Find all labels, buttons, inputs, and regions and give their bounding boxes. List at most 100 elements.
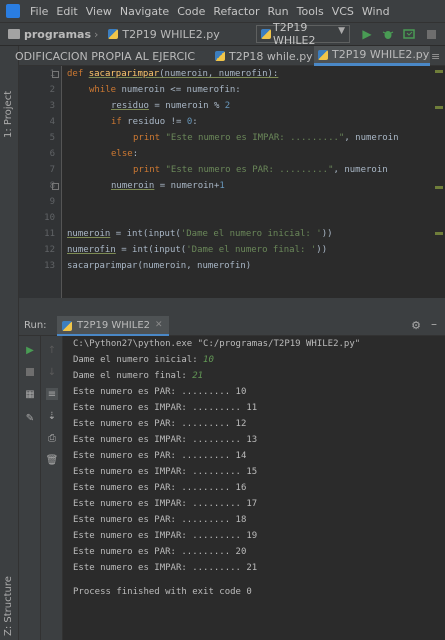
code-token: : [132,149,139,159]
code-line-8: numeroin = numeroin+1 [67,178,225,194]
editor-tab-bar: ODIFICACION PROPIA AL EJERCICIO 16.py ✕ … [15,46,445,66]
run-tab[interactable]: T2P19 WHILE2 ✕ [57,316,169,336]
code-token: )) [321,229,333,239]
code-token: sacarparimpar(numeroin, numerofin) [67,261,252,271]
code-token: 'Dame el numero inicial: ' [180,229,322,239]
menu-run[interactable]: Run [264,5,293,18]
code-line-5: print "Este numero es IMPAR: .........",… [67,130,399,146]
console-output-line: Este numero es PAR: ......... 18 [73,515,247,525]
coverage-icon[interactable] [402,27,416,41]
python-file-icon [215,51,225,61]
console-output-line: Este numero es PAR: ......... 16 [73,483,247,493]
warning-marker[interactable] [435,106,443,109]
tab-modificacion-propia[interactable]: ODIFICACION PROPIA AL EJERCICIO 16.py ✕ [15,46,195,66]
editor-scrollbar[interactable] [433,66,445,298]
scroll-to-end-icon[interactable]: ⇣ [46,410,58,422]
layout-icon[interactable]: ▦ [24,388,36,400]
menu-tools[interactable]: Tools [293,5,328,18]
console-prompt: Dame el numero inicial: 10 [73,352,214,368]
code-line-3: residuo = numeroin % 2 [67,98,230,114]
tab-label: T2P18 while.py [229,49,313,63]
menu-window[interactable]: Wind [358,5,394,18]
code-token: if [111,117,128,127]
trash-icon[interactable]: 🗑 [46,454,59,466]
menu-navigate[interactable]: Navigate [116,5,173,18]
code-token: = int(input( [115,245,187,255]
stop-icon[interactable] [424,27,438,41]
structure-tool-button[interactable]: Z: Structure [3,576,14,636]
menu-code[interactable]: Code [173,5,209,18]
debug-icon[interactable] [381,27,395,41]
console-exit-message: Process finished with exit code 0 [73,587,252,597]
code-token: residuo [111,101,149,111]
code-token: = numeroin % [148,101,225,111]
line-number: 10 [44,213,55,223]
rerun-icon[interactable]: ▶ [24,344,36,356]
console-prompt: Dame el numero final: 21 [73,368,203,384]
breadcrumb-project[interactable]: programas [24,28,91,41]
navigation-bar: programas › T2P19 WHILE2.py T2P19 WHILE2… [0,21,445,47]
minimize-icon[interactable]: – [431,317,437,331]
console-output-line: Este numero es IMPAR: ......... 19 [73,531,258,541]
code-token: , numeroin [333,165,388,175]
run-console[interactable]: C:\Python27\python.exe "C:/programas/T2P… [63,336,445,640]
close-icon[interactable]: ✕ [155,320,163,330]
line-number: 4 [49,117,55,127]
pin-icon[interactable]: ✎ [24,412,36,424]
code-token: , numeroin [344,133,399,143]
code-line-1: def sacarparimpar(numeroin, numerofin): [67,66,278,82]
menu-edit[interactable]: Edit [52,5,81,18]
stop-icon[interactable] [24,366,36,378]
run-toolbar-primary: ▶ ▦ ✎ [19,336,41,640]
run-toolbar-secondary: ↑ ↓ ≡ ⇣ ⎙ 🗑 [41,336,63,640]
fold-marker-icon[interactable] [52,183,59,190]
run-configuration-select[interactable]: T2P19 WHILE2 ▼ [256,21,350,47]
code-token: numeroin [111,181,155,191]
gear-icon[interactable]: ⚙ [411,319,421,332]
code-token: sacarparimpar [88,69,160,79]
tab-t2p18-while[interactable]: T2P18 while.py ✕ [211,46,321,66]
code-token: else [111,149,133,159]
run-panel-label: Run: [24,320,47,331]
project-tool-button[interactable]: 1: Project [3,91,14,138]
tab-list-icon[interactable]: ≡ [431,46,445,66]
menu-vcs[interactable]: VCS [328,5,358,18]
code-line-13: sacarparimpar(numeroin, numerofin) [67,258,251,274]
line-number: 8 [49,181,55,191]
warning-marker[interactable] [435,70,443,73]
run-icon[interactable]: ▶ [360,27,374,41]
menu-view[interactable]: View [82,5,116,18]
line-number: 9 [49,197,55,207]
print-icon[interactable]: ⎙ [46,432,58,444]
console-output-line: Este numero es IMPAR: ......... 17 [73,499,258,509]
console-output-line: Este numero es IMPAR: ......... 21 [73,563,258,573]
console-command: C:\Python27\python.exe "C:/programas/T2P… [73,339,361,349]
menu-file[interactable]: File [26,5,52,18]
menu-bar: File Edit View Navigate Code Refactor Ru… [0,0,445,22]
console-prompt-text: Dame el numero final: [73,371,193,381]
code-token: numeroin <= numerofin: [121,85,241,95]
code-token: "Este numero es IMPAR: ........." [165,133,345,143]
panel-divider[interactable] [19,298,445,316]
code-token: = int(input( [110,229,181,239]
code-token: = numeroin+ [154,181,220,191]
code-editor[interactable]: 1 2 3 4 5 6 7 8 9 10 11 12 13 def sacarp… [19,66,445,298]
fold-marker-icon[interactable] [52,71,59,78]
warning-marker[interactable] [435,232,443,235]
code-token: 'Dame el numero final: ' [186,245,317,255]
code-token: )) [316,245,328,255]
warning-marker[interactable] [435,186,443,189]
code-line-11: numeroin = int(input('Dame el numero ini… [67,226,333,242]
console-output-line: Este numero es PAR: ......... 20 [73,547,247,557]
app-icon [6,4,20,18]
scroll-down-icon[interactable]: ↓ [46,366,58,378]
menu-refactor[interactable]: Refactor [209,5,263,18]
code-token: residuo != [127,117,187,127]
line-number-gutter: 1 2 3 4 5 6 7 8 9 10 11 12 13 [19,66,62,298]
scroll-up-icon[interactable]: ↑ [46,344,58,356]
console-output-line: Este numero es IMPAR: ......... 15 [73,467,258,477]
tab-t2p19-while2[interactable]: T2P19 WHILE2.py ✕ [314,46,430,66]
breadcrumb-file[interactable]: T2P19 WHILE2.py [122,28,219,41]
line-number: 3 [49,101,55,111]
soft-wrap-icon[interactable]: ≡ [46,388,58,400]
